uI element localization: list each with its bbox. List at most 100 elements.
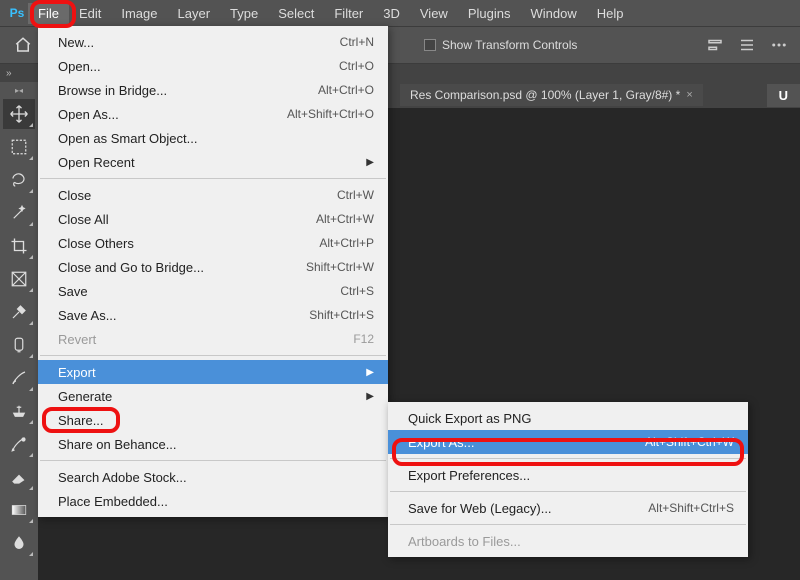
frame-tool[interactable] [3, 264, 35, 294]
export-submenu: Quick Export as PNGExport As...Alt+Shift… [388, 402, 748, 557]
menu-item-shortcut: F12 [353, 332, 374, 346]
file-menu-open[interactable]: Open...Ctrl+O [38, 54, 388, 78]
gradient-tool[interactable] [3, 495, 35, 525]
clone-stamp-tool[interactable] [3, 396, 35, 426]
menu-item-shortcut: Shift+Ctrl+W [306, 260, 374, 274]
menu-item-label: Save for Web (Legacy)... [408, 501, 648, 516]
menu-image[interactable]: Image [111, 3, 167, 24]
menu-item-shortcut: Alt+Shift+Ctrl+S [648, 501, 734, 515]
blur-tool[interactable] [3, 528, 35, 558]
move-tool[interactable] [3, 99, 35, 129]
app-logo: Ps [6, 4, 28, 22]
export-menu-separator [390, 491, 746, 492]
file-menu-separator [40, 355, 386, 356]
file-menu-close-all[interactable]: Close AllAlt+Ctrl+W [38, 207, 388, 231]
document-tab[interactable]: Res Comparison.psd @ 100% (Layer 1, Gray… [400, 84, 703, 106]
export-menu-export-as[interactable]: Export As...Alt+Shift+Ctrl+W [388, 430, 748, 454]
menu-item-shortcut: Alt+Shift+Ctrl+O [287, 107, 374, 121]
more-options-icon[interactable] [768, 34, 790, 56]
menu-select[interactable]: Select [268, 3, 324, 24]
menu-item-shortcut: Ctrl+S [340, 284, 374, 298]
export-menu-artboards-to-files: Artboards to Files... [388, 529, 748, 553]
file-menu-new[interactable]: New...Ctrl+N [38, 30, 388, 54]
panel-grip-icon[interactable]: ▸◂ [8, 86, 30, 96]
menu-item-label: Export [58, 365, 358, 380]
export-menu-separator [390, 524, 746, 525]
menu-filter[interactable]: Filter [324, 3, 373, 24]
export-menu-export-preferences[interactable]: Export Preferences... [388, 463, 748, 487]
menu-file[interactable]: File [28, 3, 69, 24]
submenu-arrow-icon: ▶ [366, 157, 374, 168]
history-brush-tool[interactable] [3, 429, 35, 459]
menu-type[interactable]: Type [220, 3, 268, 24]
file-menu-share-on-behance[interactable]: Share on Behance... [38, 432, 388, 456]
lasso-tool[interactable] [3, 165, 35, 195]
menu-item-shortcut: Alt+Ctrl+W [316, 212, 374, 226]
file-menu-close-and-go-to-bridge[interactable]: Close and Go to Bridge...Shift+Ctrl+W [38, 255, 388, 279]
menu-item-label: Share on Behance... [58, 437, 374, 452]
file-menu-close[interactable]: CloseCtrl+W [38, 183, 388, 207]
file-menu-generate[interactable]: Generate ▶ [38, 384, 388, 408]
file-menu-separator [40, 460, 386, 461]
magic-wand-tool[interactable] [3, 198, 35, 228]
show-transform-checkbox[interactable] [424, 39, 436, 51]
export-menu-quick-export-as-png[interactable]: Quick Export as PNG [388, 406, 748, 430]
menu-item-label: Open as Smart Object... [58, 131, 374, 146]
file-menu-export[interactable]: Export▶ [38, 360, 388, 384]
file-menu-dropdown: New...Ctrl+NOpen...Ctrl+OBrowse in Bridg… [38, 26, 388, 517]
menu-item-label: Open... [58, 59, 339, 74]
document-tab-title: Res Comparison.psd @ 100% (Layer 1, Gray… [410, 88, 680, 102]
home-icon[interactable] [12, 34, 34, 56]
export-menu-separator [390, 458, 746, 459]
file-menu-save-as[interactable]: Save As...Shift+Ctrl+S [38, 303, 388, 327]
menu-item-label: Export As... [408, 435, 645, 450]
chevron-right-icon: » [6, 68, 12, 79]
menu-item-label: Save As... [58, 308, 309, 323]
menubar: Ps FileEditImageLayerTypeSelectFilter3DV… [0, 0, 800, 26]
file-menu-open-as-smart-object[interactable]: Open as Smart Object... [38, 126, 388, 150]
file-menu-open-as[interactable]: Open As...Alt+Shift+Ctrl+O [38, 102, 388, 126]
file-menu-open-recent[interactable]: Open Recent▶ [38, 150, 388, 174]
menu-item-label: Share... [58, 413, 374, 428]
menu-item-shortcut: Shift+Ctrl+S [309, 308, 374, 322]
menu-item-label: Revert [58, 332, 353, 347]
healing-brush-tool[interactable] [3, 330, 35, 360]
file-menu-share[interactable]: Share... [38, 408, 388, 432]
close-tab-icon[interactable]: × [686, 89, 692, 101]
menu-edit[interactable]: Edit [69, 3, 111, 24]
menu-item-shortcut: Ctrl+W [337, 188, 374, 202]
menu-item-label: Open As... [58, 107, 287, 122]
menu-item-shortcut: Ctrl+N [340, 35, 374, 49]
menu-view[interactable]: View [410, 3, 458, 24]
export-menu-save-for-web-legacy[interactable]: Save for Web (Legacy)...Alt+Shift+Ctrl+S [388, 496, 748, 520]
menu-help[interactable]: Help [587, 3, 634, 24]
menu-item-shortcut: Alt+Ctrl+P [319, 236, 374, 250]
menu-plugins[interactable]: Plugins [458, 3, 521, 24]
menu-item-label: New... [58, 35, 340, 50]
file-menu-browse-in-bridge[interactable]: Browse in Bridge...Alt+Ctrl+O [38, 78, 388, 102]
menu-item-shortcut: Alt+Ctrl+O [318, 83, 374, 97]
align-icon[interactable] [704, 34, 726, 56]
file-menu-place-embedded[interactable]: Place Embedded... [38, 489, 388, 513]
crop-tool[interactable] [3, 231, 35, 261]
tab-overflow-label: U [767, 84, 800, 107]
file-menu-search-adobe-stock[interactable]: Search Adobe Stock... [38, 465, 388, 489]
distribute-icon[interactable] [736, 34, 758, 56]
marquee-tool[interactable] [3, 132, 35, 162]
menu-layer[interactable]: Layer [168, 3, 221, 24]
menu-window[interactable]: Window [520, 3, 586, 24]
file-menu-save[interactable]: SaveCtrl+S [38, 279, 388, 303]
menu-item-label: Place Embedded... [58, 494, 374, 509]
menu-item-shortcut: Ctrl+O [339, 59, 374, 73]
menu-item-label: Export Preferences... [408, 468, 734, 483]
menu-item-label: Close [58, 188, 337, 203]
eyedropper-tool[interactable] [3, 297, 35, 327]
submenu-arrow-icon: ▶ [366, 391, 374, 402]
file-menu-close-others[interactable]: Close OthersAlt+Ctrl+P [38, 231, 388, 255]
menu-item-label: Search Adobe Stock... [58, 470, 374, 485]
show-transform-label: Show Transform Controls [442, 38, 577, 52]
menu-item-label: Generate [58, 389, 358, 404]
brush-tool[interactable] [3, 363, 35, 393]
menu-3d[interactable]: 3D [373, 3, 410, 24]
eraser-tool[interactable] [3, 462, 35, 492]
